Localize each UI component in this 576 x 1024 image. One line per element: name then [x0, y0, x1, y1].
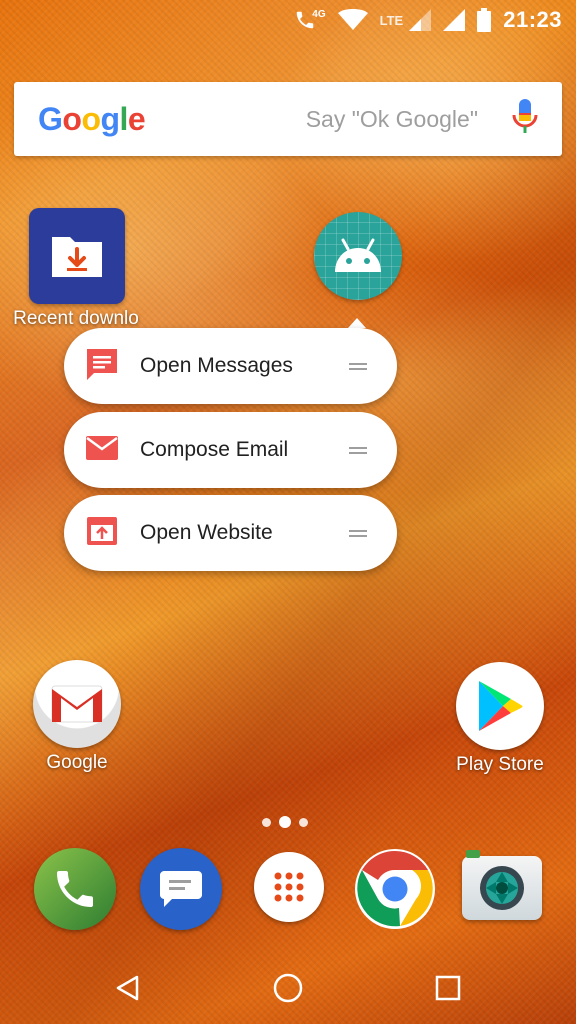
folder-label: Google — [46, 752, 108, 773]
wifi-icon — [337, 9, 368, 31]
recent-downloads-app[interactable]: Recent downlo — [10, 208, 142, 330]
shortcut-open-website[interactable]: Open Website — [64, 495, 397, 571]
drag-handle-icon[interactable] — [349, 444, 367, 457]
google-folder[interactable]: Google — [30, 660, 124, 774]
back-icon[interactable] — [108, 968, 148, 1008]
camera-icon[interactable] — [462, 850, 542, 920]
chrome-icon[interactable] — [354, 848, 436, 930]
network-badge: 4G — [312, 8, 326, 20]
microphone-icon[interactable] — [512, 98, 538, 140]
app-drawer-icon[interactable] — [254, 852, 324, 922]
signal-icon-2 — [443, 9, 466, 31]
shortcut-popup-caret — [348, 318, 366, 328]
shortcut-label: Open Messages — [140, 354, 293, 377]
shortcut-compose-email[interactable]: Compose Email — [64, 412, 397, 488]
google-search-bar[interactable]: Google Say "Ok Google" — [14, 82, 562, 156]
app-label: Recent downlo — [13, 308, 139, 329]
app-label: Play Store — [456, 754, 544, 775]
shortcut-open-messages[interactable]: Open Messages — [64, 328, 397, 404]
status-bar: 4G LTE 21:23 — [0, 0, 576, 40]
download-folder-icon — [29, 208, 125, 304]
search-hint: Say "Ok Google" — [305, 105, 478, 132]
drag-handle-icon[interactable] — [349, 527, 367, 540]
android-app[interactable] — [314, 212, 402, 300]
phone-icon[interactable] — [34, 848, 116, 930]
lte-label: LTE — [379, 12, 404, 28]
call-volte-icon: 4G — [294, 8, 326, 31]
play-store-icon — [456, 662, 544, 750]
message-icon — [84, 346, 120, 387]
email-icon — [84, 430, 120, 471]
recents-icon[interactable] — [428, 968, 468, 1008]
signal-icon-1 — [409, 9, 432, 31]
shortcut-label: Compose Email — [140, 438, 289, 461]
navigation-bar — [0, 948, 576, 1024]
shortcut-label: Open Website — [140, 521, 273, 544]
play-store-app[interactable]: Play Store — [448, 662, 552, 776]
messages-icon[interactable] — [140, 848, 222, 930]
home-icon[interactable] — [268, 968, 308, 1008]
google-logo: Google — [38, 100, 146, 137]
battery-icon — [477, 8, 492, 32]
clock: 21:23 — [503, 7, 562, 32]
gmail-icon — [33, 660, 121, 748]
open-web-icon — [84, 513, 120, 554]
page-indicator — [262, 816, 308, 828]
drag-handle-icon[interactable] — [349, 360, 367, 373]
android-icon — [314, 212, 402, 300]
